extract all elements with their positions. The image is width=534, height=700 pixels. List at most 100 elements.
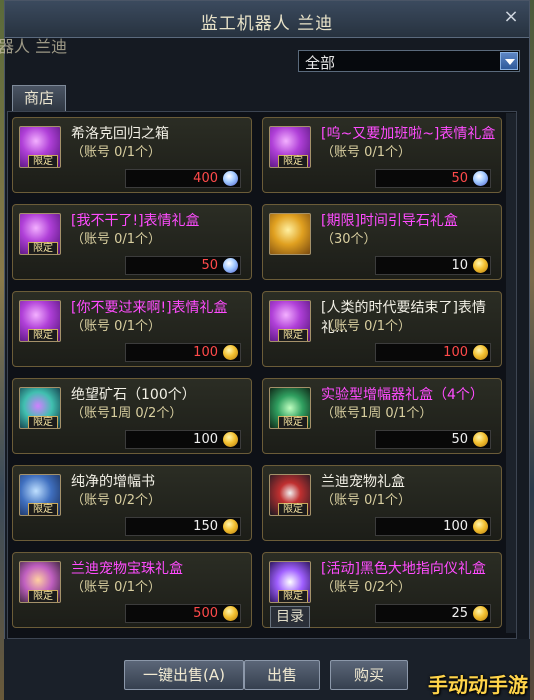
item-purchase-limit: （账号1周 0/1个） xyxy=(321,406,433,421)
shop-item-card[interactable]: 限定 实验型增幅器礼盒（4个） （账号1周 0/1个） 50 xyxy=(262,378,502,454)
shop-item-card[interactable]: [期限]时间引导石礼盒 （30个） 10 xyxy=(262,204,502,280)
title-bar[interactable]: 监工机器人 兰迪 × xyxy=(5,1,529,38)
gold-coin-icon xyxy=(223,432,238,447)
shop-item-card[interactable]: 限定 [人类的时代要结束了]表情礼... （账号 0/1个） 100 xyxy=(262,291,502,367)
item-price: 400 xyxy=(193,171,218,186)
tab-shop[interactable]: 商店 xyxy=(12,85,66,111)
item-price-box: 100 xyxy=(125,343,241,362)
gold-coin-icon xyxy=(473,258,488,273)
filter-dropdown-value: 全部 xyxy=(305,54,336,72)
catalog-button[interactable]: 目录 xyxy=(270,606,310,628)
purple-giftbox-icon[interactable]: 限定 xyxy=(19,213,61,255)
item-price-box: 150 xyxy=(125,517,241,536)
limited-badge: 限定 xyxy=(28,590,58,602)
chevron-down-icon[interactable] xyxy=(500,52,518,70)
book-icon[interactable]: 限定 xyxy=(19,474,61,516)
item-name: 兰迪宠物宝珠礼盒 xyxy=(71,561,183,577)
item-name: 希洛克回归之箱 xyxy=(71,126,169,142)
item-price: 100 xyxy=(443,519,468,534)
item-purchase-limit: （账号 0/2个） xyxy=(71,493,162,508)
gold-box-icon[interactable] xyxy=(269,213,311,255)
limited-badge: 限定 xyxy=(28,329,58,341)
sell-all-button[interactable]: 一键出售(A) xyxy=(124,660,244,690)
sell-button[interactable]: 出售 xyxy=(244,660,320,690)
item-price: 100 xyxy=(193,345,218,360)
shop-item-card[interactable]: 限定 [呜~又要加班啦~]表情礼盒 （账号 0/1个） 50 xyxy=(262,117,502,193)
shop-item-card[interactable]: 限定 [你不要过来啊!]表情礼盒 （账号 0/1个） 100 xyxy=(12,291,252,367)
item-purchase-limit: （账号 0/1个） xyxy=(71,232,162,247)
item-name: 实验型增幅器礼盒（4个） xyxy=(321,387,484,403)
item-price: 100 xyxy=(443,345,468,360)
shop-item-card[interactable]: 限定 纯净的增幅书 （账号 0/2个） 150 xyxy=(12,465,252,541)
filter-dropdown[interactable]: 全部 xyxy=(298,50,520,72)
item-purchase-limit: （账号 0/1个） xyxy=(321,319,412,334)
item-name: [呜~又要加班啦~]表情礼盒 xyxy=(321,126,496,142)
shop-item-card[interactable]: 限定 [我不干了!]表情礼盒 （账号 0/1个） 50 xyxy=(12,204,252,280)
item-price-box: 100 xyxy=(375,343,491,362)
item-name: [我不干了!]表情礼盒 xyxy=(71,213,200,229)
cera-icon xyxy=(223,258,238,273)
scrollbar[interactable] xyxy=(506,113,516,633)
item-price-box: 50 xyxy=(375,169,491,188)
orb-box-icon[interactable]: 限定 xyxy=(19,561,61,603)
limited-badge: 限定 xyxy=(28,155,58,167)
buy-button[interactable]: 购买 xyxy=(330,660,408,690)
item-price: 50 xyxy=(201,258,218,273)
item-name: [你不要过来啊!]表情礼盒 xyxy=(71,300,228,316)
item-purchase-limit: （账号 0/1个） xyxy=(321,145,412,160)
shop-item-card[interactable]: 限定 绝望矿石（100个） （账号1周 0/2个） 100 xyxy=(12,378,252,454)
limited-badge: 限定 xyxy=(28,503,58,515)
limited-badge: 限定 xyxy=(278,329,308,341)
item-purchase-limit: （30个） xyxy=(321,232,377,247)
shop-item-card[interactable]: 限定 希洛克回归之箱 （账号 0/1个） 400 xyxy=(12,117,252,193)
cera-icon xyxy=(223,171,238,186)
gold-coin-icon xyxy=(223,519,238,534)
gold-coin-icon xyxy=(473,432,488,447)
item-price-box: 100 xyxy=(375,517,491,536)
item-price: 50 xyxy=(451,432,468,447)
purple-giftbox-icon[interactable]: 限定 xyxy=(19,300,61,342)
item-price: 500 xyxy=(193,606,218,621)
purple-giftbox-icon[interactable]: 限定 xyxy=(269,126,311,168)
gold-coin-icon xyxy=(223,606,238,621)
npc-name-label: 器人 兰迪 xyxy=(0,37,68,56)
amplifier-icon[interactable]: 限定 xyxy=(269,387,311,429)
purple-chest-icon[interactable]: 限定 xyxy=(19,126,61,168)
limited-badge: 限定 xyxy=(278,503,308,515)
item-price: 50 xyxy=(451,171,468,186)
gold-coin-icon xyxy=(223,345,238,360)
item-price-box: 500 xyxy=(125,604,241,623)
close-icon[interactable]: × xyxy=(501,7,521,27)
limited-badge: 限定 xyxy=(278,416,308,428)
watermark: 手动动手游 xyxy=(428,673,528,697)
item-price-box: 25 xyxy=(375,604,491,623)
limited-badge: 限定 xyxy=(28,242,58,254)
gold-coin-icon xyxy=(473,345,488,360)
limited-badge: 限定 xyxy=(278,590,308,602)
window-title: 监工机器人 兰迪 xyxy=(200,14,334,34)
compass-box-icon[interactable]: 限定 xyxy=(269,561,311,603)
item-purchase-limit: （账号 0/1个） xyxy=(71,145,162,160)
ore-icon[interactable]: 限定 xyxy=(19,387,61,429)
item-purchase-limit: （账号1周 0/2个） xyxy=(71,406,183,421)
item-price-box: 100 xyxy=(125,430,241,449)
limited-badge: 限定 xyxy=(28,416,58,428)
item-price-box: 10 xyxy=(375,256,491,275)
item-price: 10 xyxy=(451,258,468,273)
pet-box-icon[interactable]: 限定 xyxy=(269,474,311,516)
cera-icon xyxy=(473,171,488,186)
shop-item-card[interactable]: 限定 兰迪宠物宝珠礼盒 （账号 0/1个） 500 xyxy=(12,552,252,628)
item-name: 兰迪宠物礼盒 xyxy=(321,474,405,490)
shop-item-card[interactable]: 限定 兰迪宠物礼盒 （账号 0/1个） 100 xyxy=(262,465,502,541)
item-price-box: 50 xyxy=(125,256,241,275)
item-purchase-limit: （账号 0/1个） xyxy=(321,493,412,508)
gold-coin-icon xyxy=(473,519,488,534)
limited-badge: 限定 xyxy=(278,155,308,167)
item-price: 25 xyxy=(451,606,468,621)
item-price: 150 xyxy=(193,519,218,534)
item-price: 100 xyxy=(193,432,218,447)
item-name: [期限]时间引导石礼盒 xyxy=(321,213,458,229)
item-name: [活动]黑色大地指向仪礼盒 xyxy=(321,561,486,577)
purple-giftbox-icon[interactable]: 限定 xyxy=(269,300,311,342)
item-name: 纯净的增幅书 xyxy=(71,474,155,490)
